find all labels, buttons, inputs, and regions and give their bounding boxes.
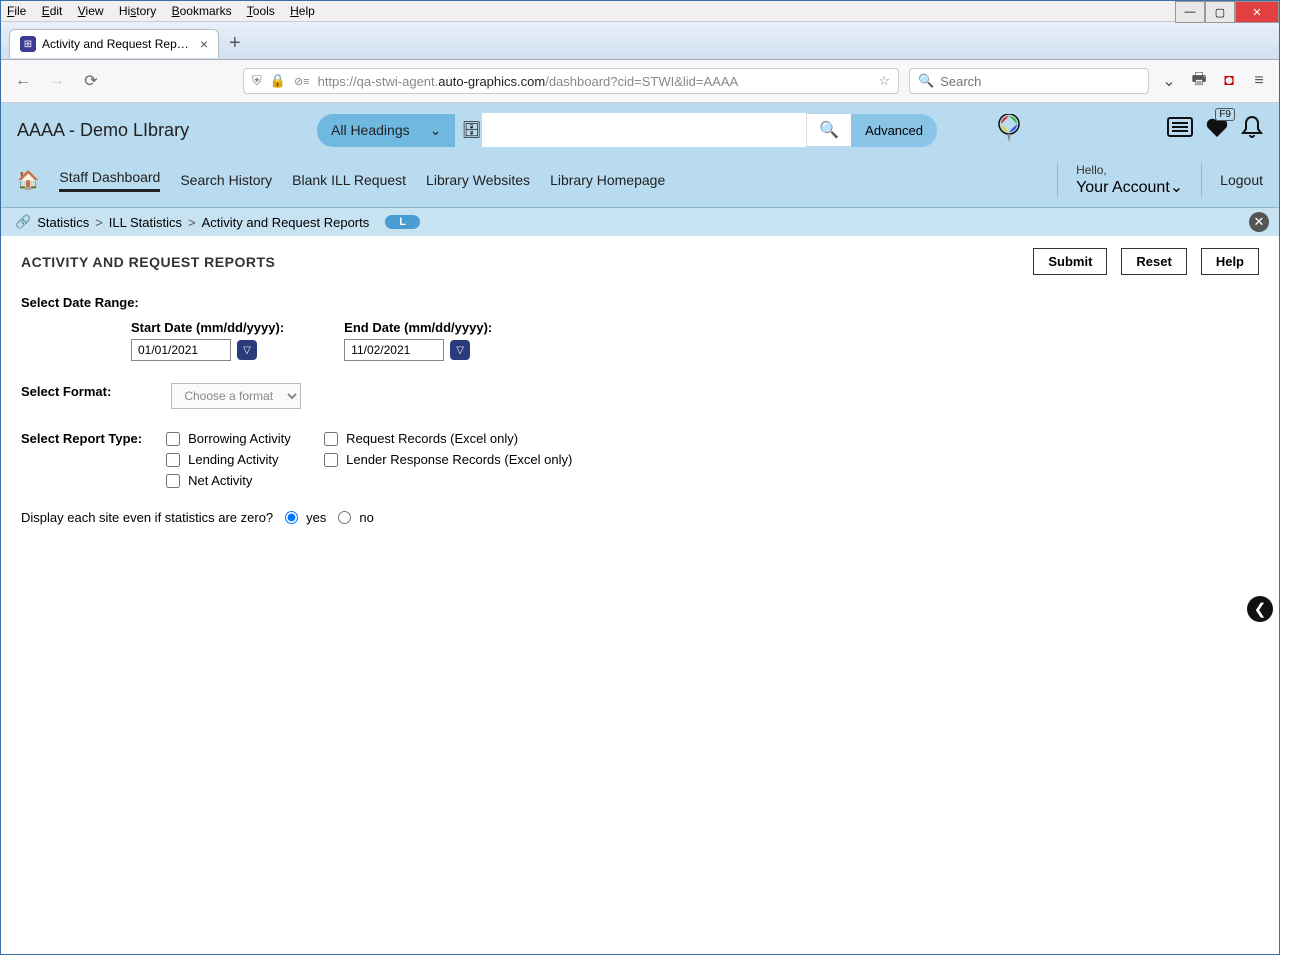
menu-tools[interactable]: Tools [247, 4, 275, 18]
account-name: Your Account [1076, 179, 1170, 196]
app-nav: 🏠 Staff Dashboard Search History Blank I… [1, 157, 1279, 207]
logout-link[interactable]: Logout [1220, 172, 1263, 188]
checkbox-request-records[interactable]: Request Records (Excel only) [324, 431, 584, 446]
radio-no[interactable] [338, 511, 351, 524]
browser-tab-strip: ⊞ Activity and Request Reports | S × + [1, 22, 1279, 60]
radio-yes[interactable] [285, 511, 298, 524]
menu-bookmarks[interactable]: Bookmarks [172, 4, 232, 18]
lock-badge: L [385, 215, 420, 229]
breadcrumb-item[interactable]: Statistics [37, 215, 89, 230]
url-text: https://qa-stwi-agent.auto-graphics.com/… [318, 74, 871, 89]
lock-icon[interactable]: 🔒 [270, 73, 286, 89]
checkbox-borrowing-activity[interactable]: Borrowing Activity [166, 431, 316, 446]
window-close-button[interactable]: ✕ [1235, 1, 1279, 23]
balloon-icon[interactable] [997, 114, 1021, 147]
reload-button[interactable]: ⟳ [79, 69, 103, 93]
search-icon: 🔍 [918, 73, 934, 89]
report-type-label: Select Report Type: [21, 431, 142, 446]
browser-search-box[interactable]: 🔍 [909, 68, 1149, 94]
start-date-label: Start Date (mm/dd/yyyy): [131, 320, 284, 335]
headings-label: All Headings [331, 122, 410, 138]
favorites-heart-icon[interactable]: F9 [1205, 116, 1229, 144]
browser-tab[interactable]: ⊞ Activity and Request Reports | S × [9, 29, 219, 58]
chevron-down-icon: ⌄ [1170, 179, 1183, 196]
content-area: ACTIVITY AND REQUEST REPORTS Submit Rese… [1, 236, 1279, 936]
hello-label: Hello, [1076, 163, 1183, 177]
browser-toolbar: ← → ⟳ ⛨ 🔒 ⊘≡ https://qa-stwi-agent.auto-… [1, 60, 1279, 103]
main-search-button[interactable]: 🔍 [806, 114, 851, 146]
end-date-input[interactable] [344, 339, 444, 361]
pocket-icon[interactable]: ⌄ [1159, 71, 1179, 91]
reset-button[interactable]: Reset [1121, 248, 1186, 275]
nav-library-homepage[interactable]: Library Homepage [550, 172, 665, 188]
end-date-calendar-icon[interactable]: ▽ [450, 340, 470, 360]
date-range-label: Select Date Range: [21, 295, 1259, 310]
browser-search-input[interactable] [940, 74, 1140, 89]
breadcrumb-item: Activity and Request Reports [202, 215, 370, 230]
menu-file[interactable]: File [7, 4, 26, 18]
app-header: AAAA - Demo LIbrary All Headings ⌄ 🗄 🔍 A… [1, 103, 1279, 157]
breadcrumb-item[interactable]: ILL Statistics [109, 215, 182, 230]
back-button[interactable]: ← [11, 69, 35, 93]
shield-icon[interactable]: ⛨ [252, 73, 262, 89]
end-date-label: End Date (mm/dd/yyyy): [344, 320, 492, 335]
extension-icon[interactable]: ◘ [1219, 71, 1239, 91]
checkbox-lending-activity[interactable]: Lending Activity [166, 452, 316, 467]
bookmark-star-icon[interactable]: ☆ [878, 73, 890, 89]
hamburger-menu-icon[interactable]: ≡ [1249, 71, 1269, 91]
tab-favicon-icon: ⊞ [20, 36, 36, 52]
checkbox-lender-response-records[interactable]: Lender Response Records (Excel only) [324, 452, 584, 467]
menu-view[interactable]: View [78, 4, 104, 18]
permissions-icon[interactable]: ⊘≡ [294, 75, 310, 88]
forward-button[interactable]: → [45, 69, 69, 93]
format-label: Select Format: [21, 384, 111, 399]
tab-title: Activity and Request Reports | S [42, 37, 194, 51]
print-icon[interactable]: 🖶 [1189, 71, 1209, 91]
window-minimize-button[interactable]: — [1175, 1, 1205, 23]
help-button[interactable]: Help [1201, 248, 1259, 275]
breadcrumb: 🔗 Statistics > ILL Statistics > Activity… [1, 208, 1279, 236]
start-date-calendar-icon[interactable]: ▽ [237, 340, 257, 360]
list-icon[interactable] [1167, 117, 1193, 143]
display-zero-question: Display each site even if statistics are… [21, 510, 1259, 525]
menu-history[interactable]: History [119, 4, 156, 18]
library-name: AAAA - Demo LIbrary [17, 120, 297, 141]
account-menu[interactable]: Hello, Your Account⌄ [1057, 163, 1202, 197]
submit-button[interactable]: Submit [1033, 248, 1107, 275]
f9-badge: F9 [1215, 108, 1235, 121]
menu-edit[interactable]: Edit [42, 4, 63, 18]
page-title: ACTIVITY AND REQUEST REPORTS [21, 254, 275, 270]
start-date-input[interactable] [131, 339, 231, 361]
home-icon[interactable]: 🏠 [17, 170, 39, 191]
main-search-input[interactable] [482, 113, 807, 147]
nav-staff-dashboard[interactable]: Staff Dashboard [59, 169, 160, 192]
nav-search-history[interactable]: Search History [180, 172, 272, 188]
close-panel-icon[interactable]: ✕ [1249, 212, 1269, 232]
nav-library-websites[interactable]: Library Websites [426, 172, 530, 188]
chevron-down-icon: ⌄ [430, 122, 442, 139]
headings-dropdown[interactable]: All Headings ⌄ [317, 114, 455, 147]
expand-panel-icon[interactable]: ❮ [1247, 596, 1273, 622]
url-bar[interactable]: ⛨ 🔒 ⊘≡ https://qa-stwi-agent.auto-graphi… [243, 68, 899, 94]
link-icon: 🔗 [15, 214, 31, 230]
window-maximize-button[interactable]: ▢ [1205, 1, 1235, 23]
notifications-bell-icon[interactable] [1241, 115, 1263, 145]
tab-close-icon[interactable]: × [200, 36, 208, 52]
format-select[interactable]: Choose a format [171, 383, 301, 409]
new-tab-button[interactable]: + [229, 32, 241, 55]
browser-menu-bar: File Edit View History Bookmarks Tools H… [1, 1, 1279, 22]
advanced-search-button[interactable]: Advanced [851, 114, 937, 147]
checkbox-net-activity[interactable]: Net Activity [166, 473, 316, 488]
search-module: All Headings ⌄ 🗄 🔍 Advanced [317, 113, 937, 147]
menu-help[interactable]: Help [290, 4, 315, 18]
search-icon: 🔍 [819, 120, 839, 140]
nav-blank-ill-request[interactable]: Blank ILL Request [292, 172, 406, 188]
database-icon[interactable]: 🗄 [461, 120, 481, 140]
